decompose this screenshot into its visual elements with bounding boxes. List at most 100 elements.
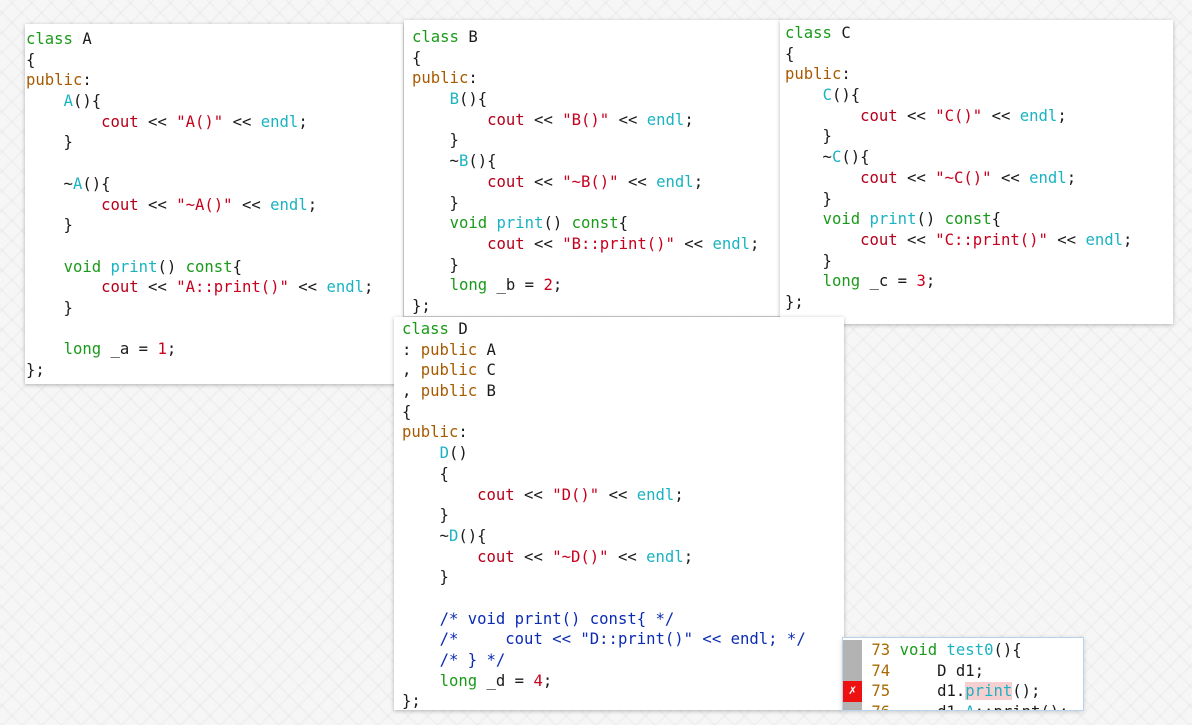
code-line: void print() const{ <box>412 213 782 234</box>
code-token: , <box>402 382 421 401</box>
code-token: class <box>785 24 832 42</box>
code-line: public: <box>412 68 782 89</box>
code-token: B <box>458 152 469 171</box>
code-line: long _c = 3; <box>785 271 1173 292</box>
code-token: public <box>420 382 478 401</box>
code-token: "~C()" <box>935 168 992 187</box>
code-token: D d1; <box>890 661 985 680</box>
code-token: << <box>288 278 327 297</box>
code-token: class <box>412 28 459 46</box>
code-token: D <box>448 320 468 338</box>
code-token: } <box>785 251 832 270</box>
code-line: { <box>26 50 403 71</box>
code-token: ; <box>693 172 704 191</box>
code-line: ~C(){ <box>785 147 1173 168</box>
code-token: endl <box>1085 230 1124 249</box>
code-token: endl <box>260 112 299 131</box>
code-line: long _a = 1; <box>26 339 403 360</box>
code-token: } <box>412 131 459 150</box>
code-line: cout << "A()" << endl; <box>26 112 403 133</box>
code-token: A <box>72 174 83 193</box>
code-token: ~ <box>785 148 832 167</box>
code-token: (){ <box>841 148 870 167</box>
code-token: 3 <box>916 272 926 291</box>
code-token: long <box>439 671 478 690</box>
code-token: endl <box>712 234 751 253</box>
code-token: void <box>899 641 938 659</box>
editor-snippet-test0: 73 void test0(){ 74 D d1; ✗ 75 d1.print()… <box>843 638 1083 710</box>
code-line: }; <box>785 292 1173 313</box>
code-token: << <box>608 547 647 566</box>
code-panel-class-d: class D: public A, public C, public B{pu… <box>394 317 844 710</box>
code-token: cout <box>487 234 525 253</box>
code-token: 1 <box>157 340 167 359</box>
code-token: ::print(); <box>975 703 1069 710</box>
code-line: } <box>26 215 403 236</box>
code-line: class B <box>412 27 782 48</box>
code-token: (){ <box>468 152 497 171</box>
code-token: print <box>496 214 544 233</box>
code-line: }; <box>402 691 844 710</box>
code-line: ~A(){ <box>26 174 403 195</box>
code-token: 2 <box>543 276 553 295</box>
error-marker-icon[interactable]: ✗ <box>843 681 862 703</box>
code-panel-class-b: class B{public: B(){ cout << "B()" << en… <box>404 20 782 316</box>
code-token: : <box>82 71 92 90</box>
code-token: << <box>514 547 553 566</box>
code-line: public: <box>26 70 403 91</box>
gutter-cell <box>843 660 862 682</box>
code-token: << <box>599 485 637 504</box>
gutter-cell <box>843 640 862 661</box>
code-token: << <box>138 112 177 131</box>
code-token: C <box>831 148 842 167</box>
code-token: ~ <box>26 174 73 193</box>
line-number: 74 <box>862 661 891 680</box>
code-token: B <box>458 28 478 46</box>
code-line: } <box>785 126 1173 147</box>
code-token: void <box>449 214 488 233</box>
code-token: endl <box>1019 106 1058 125</box>
code-token: cout <box>860 106 898 125</box>
code-panel-class-c: class C{public: C(){ cout << "C()" << en… <box>780 20 1173 324</box>
code-line: public: <box>402 422 844 443</box>
code-token: d1. <box>890 703 965 710</box>
code-token: ~ <box>412 152 459 171</box>
code-token: : <box>458 423 468 442</box>
code-line: ~D(){ <box>402 526 844 547</box>
code-token: "A()" <box>176 112 224 131</box>
code-token: cout <box>101 195 139 214</box>
code-block-test0: 73 void test0(){ 74 D d1; ✗ 75 d1.print()… <box>843 640 1083 710</box>
code-line: } <box>785 189 1173 210</box>
code-token: << <box>1047 230 1086 249</box>
code-token: "B()" <box>562 110 610 129</box>
code-token: }; <box>402 692 421 710</box>
code-token: ~ <box>402 526 449 545</box>
code-token: { <box>402 464 449 483</box>
code-token: ; <box>298 112 308 131</box>
code-line: { <box>402 464 844 485</box>
code-line: } <box>412 193 782 214</box>
code-token: /* cout << "D::print()" << endl; */ <box>439 630 806 649</box>
gutter-cell <box>843 702 862 710</box>
code-token: { <box>618 214 628 233</box>
code-line: void print() const{ <box>26 257 403 278</box>
code-token: : <box>402 340 421 359</box>
code-line: A(){ <box>26 91 403 112</box>
code-token: public <box>26 71 83 90</box>
code-token: "B::print()" <box>562 234 675 253</box>
code-line: class A <box>26 29 403 50</box>
code-line: { <box>402 402 844 423</box>
code-token: C <box>477 361 496 380</box>
code-token: cout <box>860 168 898 187</box>
code-line: 73 void test0(){ <box>843 640 1083 661</box>
code-token: _a = <box>101 340 158 359</box>
